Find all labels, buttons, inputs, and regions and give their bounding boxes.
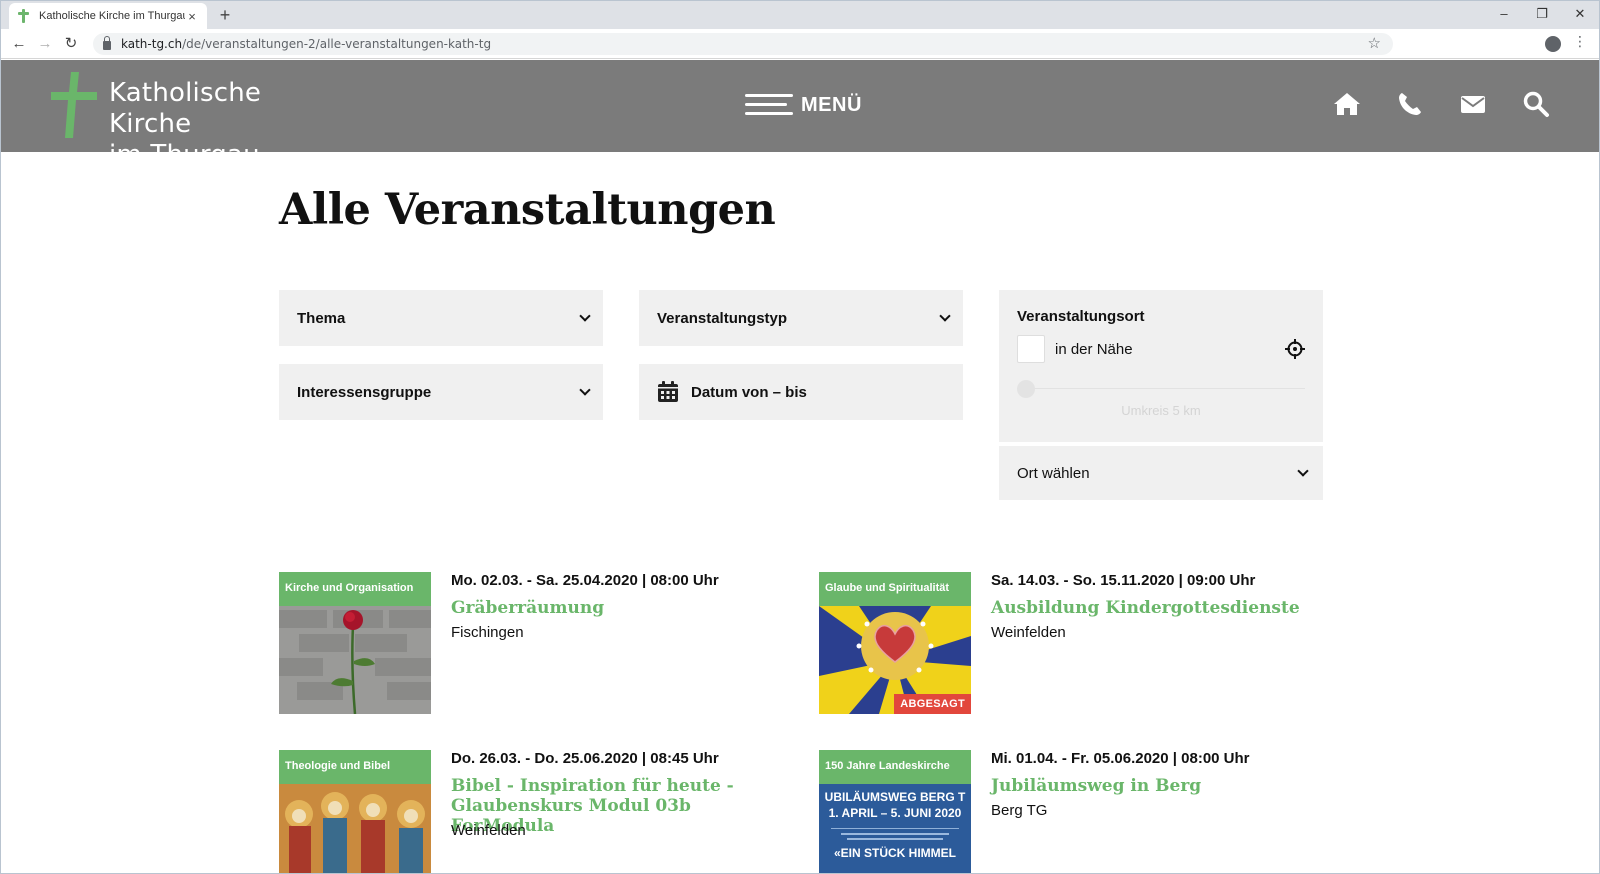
tab-title: Katholische Kirche im Thurgau	[39, 10, 185, 22]
poster-image: UBILÄUMSWEG BERG T 1. APRIL – 5. JUNI 20…	[819, 784, 971, 873]
location-filter: Veranstaltungsort in der Nähe Umkreis 5 …	[999, 290, 1323, 442]
poster-line-1: UBILÄUMSWEG BERG T	[824, 790, 966, 804]
cross-logo-icon	[51, 72, 97, 138]
location-title: Veranstaltungsort	[1017, 308, 1145, 325]
category-label: 150 Jahre Landeskirche	[819, 750, 971, 784]
poster-line-3: «EIN STÜCK HIMMEL	[833, 846, 956, 860]
hamburger-icon	[745, 92, 795, 118]
location-select-label: Ort wählen	[1017, 464, 1090, 482]
chevron-down-icon	[1297, 465, 1309, 477]
tab-bar: Katholische Kirche im Thurgau × + – ❐ ✕	[1, 1, 1599, 29]
browser-menu-icon[interactable]: ⋮	[1573, 33, 1587, 50]
header-icons	[1333, 90, 1585, 118]
rose-image	[279, 606, 431, 714]
window-controls: – ❐ ✕	[1485, 1, 1599, 27]
event-place: Weinfelden	[451, 822, 526, 839]
interessensgruppe-dropdown[interactable]: Interessensgruppe	[279, 364, 603, 420]
event-date: Mi. 01.04. - Fr. 05.06.2020 | 08:00 Uhr	[991, 750, 1250, 767]
calendar-icon	[658, 381, 678, 402]
event-image[interactable]: 150 Jahre Landeskirche UBILÄUMSWEG BERG …	[819, 750, 971, 873]
radius-label: Umkreis 5 km	[1121, 403, 1201, 418]
nearby-checkbox[interactable]	[1017, 335, 1045, 363]
cancelled-badge: ABGESAGT	[894, 694, 971, 714]
date-range-picker[interactable]: Datum von – bis	[639, 364, 963, 420]
event-card[interactable]: Kirche und Organisation Mo. 02.03. - Sa.…	[279, 572, 799, 732]
logo-line-1: Katholische Kirche	[109, 78, 262, 139]
event-card[interactable]: Glaube und Spiritualität ABGESAGT Sa. 14…	[819, 572, 1339, 732]
veranstaltungstyp-dropdown[interactable]: Veranstaltungstyp	[639, 290, 963, 346]
browser-window: Katholische Kirche im Thurgau × + – ❐ ✕ …	[0, 0, 1600, 874]
home-icon[interactable]	[1333, 90, 1361, 118]
new-tab-button[interactable]: +	[215, 5, 235, 25]
nearby-row: in der Nähe	[1017, 335, 1305, 363]
event-image[interactable]: Glaube und Spiritualität ABGESAGT	[819, 572, 971, 714]
event-place: Weinfelden	[991, 624, 1066, 641]
site-logo[interactable]: Katholische Kirche im Thurgau	[49, 70, 349, 170]
interessensgruppe-label: Interessensgruppe	[297, 383, 432, 401]
event-title[interactable]: Jubiläumsweg in Berg	[991, 776, 1321, 796]
lock-icon	[103, 36, 111, 50]
minimize-button[interactable]: –	[1485, 1, 1523, 27]
location-dropdown[interactable]: Ort wählen	[999, 446, 1323, 500]
category-label: Glaube und Spiritualität	[819, 572, 971, 606]
painting-image	[279, 784, 431, 873]
nearby-label: in der Nähe	[1055, 340, 1133, 358]
search-icon[interactable]	[1522, 90, 1550, 118]
slider-handle[interactable]	[1017, 380, 1035, 398]
date-range-label: Datum von – bis	[691, 383, 807, 401]
category-label: Kirche und Organisation	[279, 572, 431, 606]
site-header: Katholische Kirche im Thurgau MENÜ	[1, 60, 1599, 170]
browser-tab[interactable]: Katholische Kirche im Thurgau ×	[9, 3, 207, 29]
page-title: Alle Veranstaltungen	[279, 185, 776, 235]
logo-line-2: im Thurgau	[109, 140, 260, 170]
slider-track	[1017, 388, 1305, 389]
thema-dropdown[interactable]: Thema	[279, 290, 603, 346]
event-place: Fischingen	[451, 624, 524, 641]
phone-icon[interactable]	[1396, 90, 1424, 118]
event-image[interactable]: Theologie und Bibel	[279, 750, 431, 873]
url-host: kath-tg.ch	[121, 37, 183, 51]
chevron-down-icon	[939, 310, 951, 322]
profile-icon[interactable]	[1545, 36, 1561, 52]
tab-close-icon[interactable]: ×	[185, 9, 199, 24]
url-text: kath-tg.ch/de/veranstaltungen-2/alle-ver…	[121, 37, 491, 51]
event-title[interactable]: Ausbildung Kindergottesdienste	[991, 598, 1321, 618]
restore-button[interactable]: ❐	[1523, 1, 1561, 27]
chevron-down-icon	[579, 310, 591, 322]
event-date: Do. 26.03. - Do. 25.06.2020 | 08:45 Uhr	[451, 750, 719, 767]
bookmark-star-icon[interactable]: ☆	[1368, 34, 1381, 52]
logo-text: Katholische Kirche im Thurgau	[109, 78, 349, 171]
close-window-button[interactable]: ✕	[1561, 1, 1599, 27]
event-title[interactable]: Gräberräumung	[451, 598, 781, 618]
url-path: /de/veranstaltungen-2/alle-veranstaltung…	[182, 37, 492, 51]
event-image[interactable]: Kirche und Organisation	[279, 572, 431, 714]
url-field[interactable]: kath-tg.ch/de/veranstaltungen-2/alle-ver…	[93, 33, 1393, 55]
reload-icon[interactable]: ↻	[61, 34, 81, 54]
cross-favicon-icon	[17, 9, 31, 23]
forward-arrow-icon[interactable]: →	[35, 34, 55, 54]
back-arrow-icon[interactable]: ←	[9, 34, 29, 54]
mail-icon[interactable]	[1459, 90, 1487, 118]
poster-line-2: 1. APRIL – 5. JUNI 2020	[828, 806, 962, 820]
menu-button[interactable]: MENÜ	[745, 92, 862, 118]
address-bar: ← → ↻ kath-tg.ch/de/veranstaltungen-2/al…	[1, 29, 1599, 59]
chevron-down-icon	[579, 384, 591, 396]
event-date: Sa. 14.03. - So. 15.11.2020 | 09:00 Uhr	[991, 572, 1256, 589]
veranstaltungstyp-label: Veranstaltungstyp	[657, 309, 788, 327]
event-card[interactable]: Theologie und Bibel Do. 26.03. - Do. 25.…	[279, 750, 799, 873]
crosshair-icon[interactable]	[1285, 339, 1305, 359]
thema-label: Thema	[297, 309, 346, 327]
event-date: Mo. 02.03. - Sa. 25.04.2020 | 08:00 Uhr	[451, 572, 719, 589]
category-label: Theologie und Bibel	[279, 750, 431, 784]
event-card[interactable]: 150 Jahre Landeskirche UBILÄUMSWEG BERG …	[819, 750, 1339, 873]
menu-label: MENÜ	[801, 93, 862, 116]
event-place: Berg TG	[991, 802, 1048, 819]
radius-slider[interactable]	[1017, 379, 1305, 399]
